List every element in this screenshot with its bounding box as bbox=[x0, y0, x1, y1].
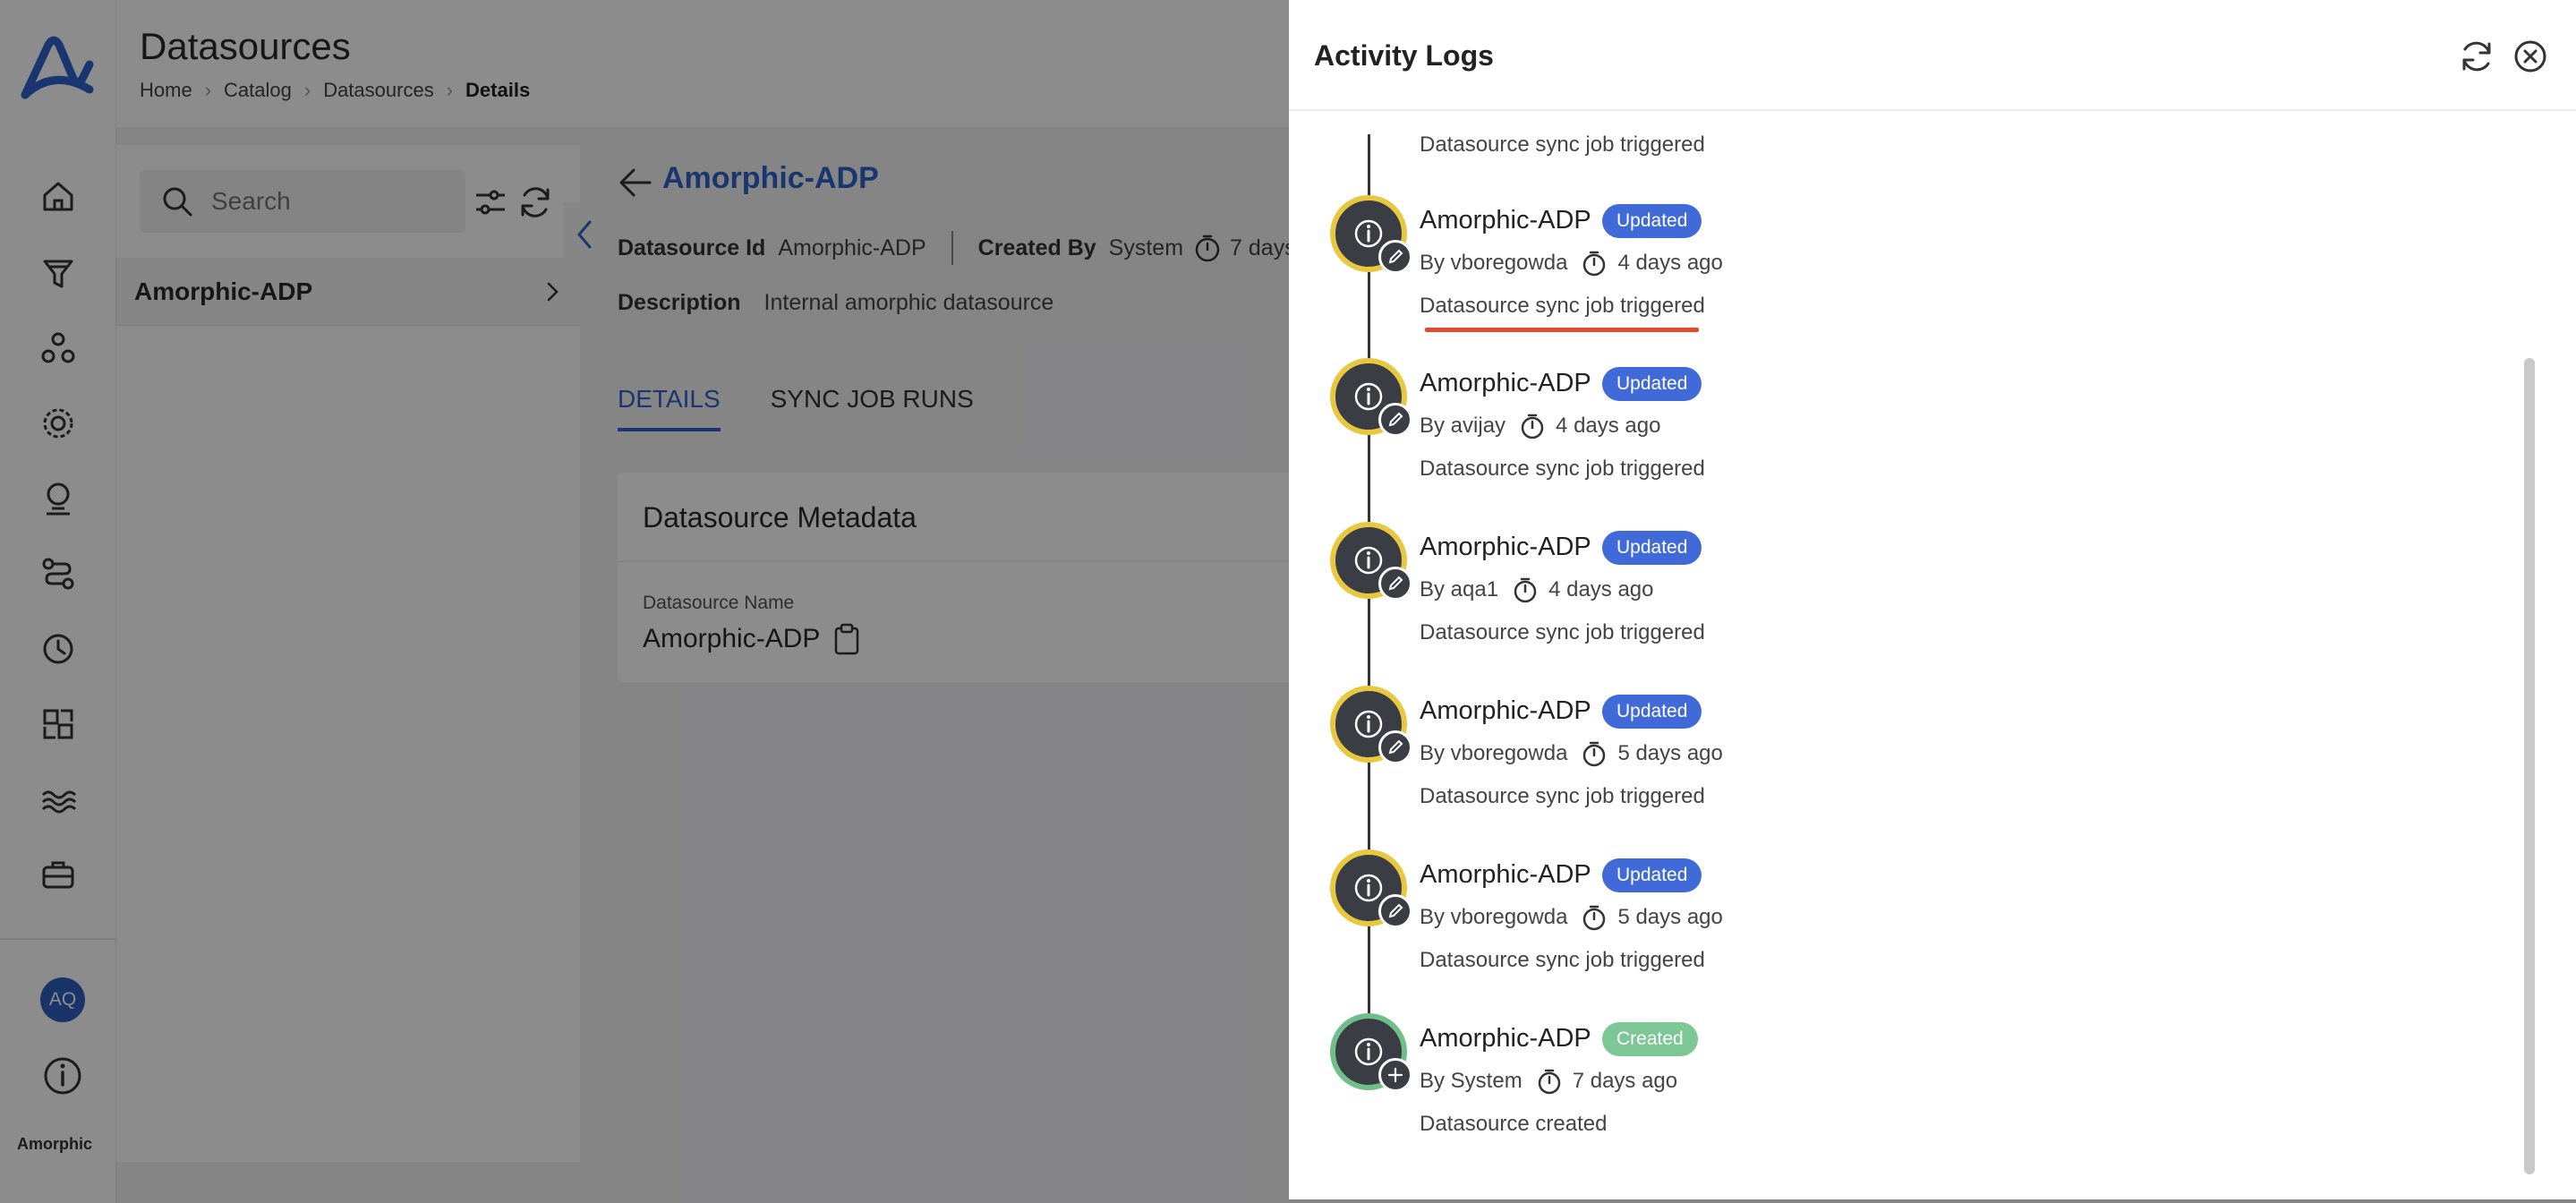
status-badge: Updated bbox=[1602, 367, 1702, 401]
log-message: Datasource sync job triggered bbox=[1420, 294, 1705, 318]
log-user: By avijay bbox=[1420, 414, 1506, 438]
log-message: Datasource sync job triggered bbox=[1420, 784, 1705, 808]
log-time: 5 days ago bbox=[1617, 741, 1723, 765]
log-time: 4 days ago bbox=[1617, 251, 1723, 275]
timer-icon bbox=[1538, 1069, 1560, 1095]
log-message: Datasource created bbox=[1420, 1112, 1608, 1136]
log-entry: Amorphic-ADP Updated By vboregowda 5 day… bbox=[1289, 686, 2452, 847]
timer-icon bbox=[1583, 741, 1606, 767]
log-meta: By vboregowda 4 days ago bbox=[1420, 249, 1723, 277]
pencil-icon bbox=[1378, 730, 1412, 764]
plus-icon bbox=[1378, 1058, 1412, 1092]
log-meta: By vboregowda 5 days ago bbox=[1420, 903, 1723, 932]
log-time: 4 days ago bbox=[1556, 414, 1661, 438]
log-entry: Amorphic-ADP Created By System 7 days ag… bbox=[1289, 1013, 2452, 1174]
pencil-icon bbox=[1378, 567, 1412, 601]
timer-icon bbox=[1583, 905, 1606, 931]
drawer-header: Activity Logs bbox=[1289, 0, 2576, 111]
log-entry: Amorphic-ADP Updated By aqa1 4 days ago … bbox=[1289, 522, 2452, 683]
log-user: By vboregowda bbox=[1420, 251, 1568, 275]
log-time: 4 days ago bbox=[1548, 577, 1654, 602]
log-entry: Amorphic-ADP Updated By vboregowda 4 day… bbox=[1289, 195, 2452, 356]
log-meta: By avijay 4 days ago bbox=[1420, 412, 1660, 440]
log-entity-name: Amorphic-ADP bbox=[1420, 206, 1591, 235]
status-badge: Updated bbox=[1602, 695, 1702, 729]
pencil-icon bbox=[1378, 240, 1412, 274]
timer-icon bbox=[1521, 414, 1544, 439]
log-entity-name: Amorphic-ADP bbox=[1420, 369, 1591, 397]
timer-icon bbox=[1514, 577, 1537, 603]
log-entry: Amorphic-ADP Updated By avijay 4 days ag… bbox=[1289, 358, 2452, 519]
log-message: Datasource sync job triggered bbox=[1420, 456, 1705, 481]
log-user: By vboregowda bbox=[1420, 741, 1568, 765]
scrollbar[interactable] bbox=[2524, 358, 2535, 1174]
log-meta: By aqa1 4 days ago bbox=[1420, 576, 1654, 604]
status-badge: Created bbox=[1602, 1022, 1698, 1056]
status-badge: Updated bbox=[1602, 531, 1702, 565]
activity-logs-drawer: Activity Logs Datasource sync job trigge… bbox=[1289, 0, 2576, 1199]
highlight-underline bbox=[1425, 328, 1699, 332]
log-entry: Amorphic-ADP Updated By vboregowda 5 day… bbox=[1289, 849, 2452, 1011]
log-user: By aqa1 bbox=[1420, 577, 1499, 602]
timer-icon bbox=[1583, 251, 1606, 277]
pencil-icon bbox=[1378, 403, 1412, 437]
scrollbar-thumb[interactable] bbox=[2524, 358, 2535, 1174]
log-meta: By vboregowda 5 days ago bbox=[1420, 739, 1723, 768]
log-entity-name: Amorphic-ADP bbox=[1420, 860, 1591, 889]
log-entity-name: Amorphic-ADP bbox=[1420, 696, 1591, 725]
partial-log-message: Datasource sync job triggered bbox=[1420, 132, 1705, 157]
drawer-title: Activity Logs bbox=[1314, 39, 1494, 72]
status-badge: Updated bbox=[1602, 858, 1702, 892]
pencil-icon bbox=[1378, 894, 1412, 928]
log-message: Datasource sync job triggered bbox=[1420, 948, 1705, 972]
log-entity-name: Amorphic-ADP bbox=[1420, 533, 1591, 561]
log-meta: By System 7 days ago bbox=[1420, 1067, 1677, 1096]
log-user: By vboregowda bbox=[1420, 905, 1568, 929]
log-user: By System bbox=[1420, 1069, 1523, 1093]
close-icon[interactable] bbox=[2510, 36, 2551, 77]
log-message: Datasource sync job triggered bbox=[1420, 620, 1705, 644]
log-time: 5 days ago bbox=[1617, 905, 1723, 929]
log-entity-name: Amorphic-ADP bbox=[1420, 1024, 1591, 1053]
refresh-icon[interactable] bbox=[2456, 36, 2497, 77]
status-badge: Updated bbox=[1602, 204, 1702, 238]
log-time: 7 days ago bbox=[1572, 1069, 1678, 1093]
